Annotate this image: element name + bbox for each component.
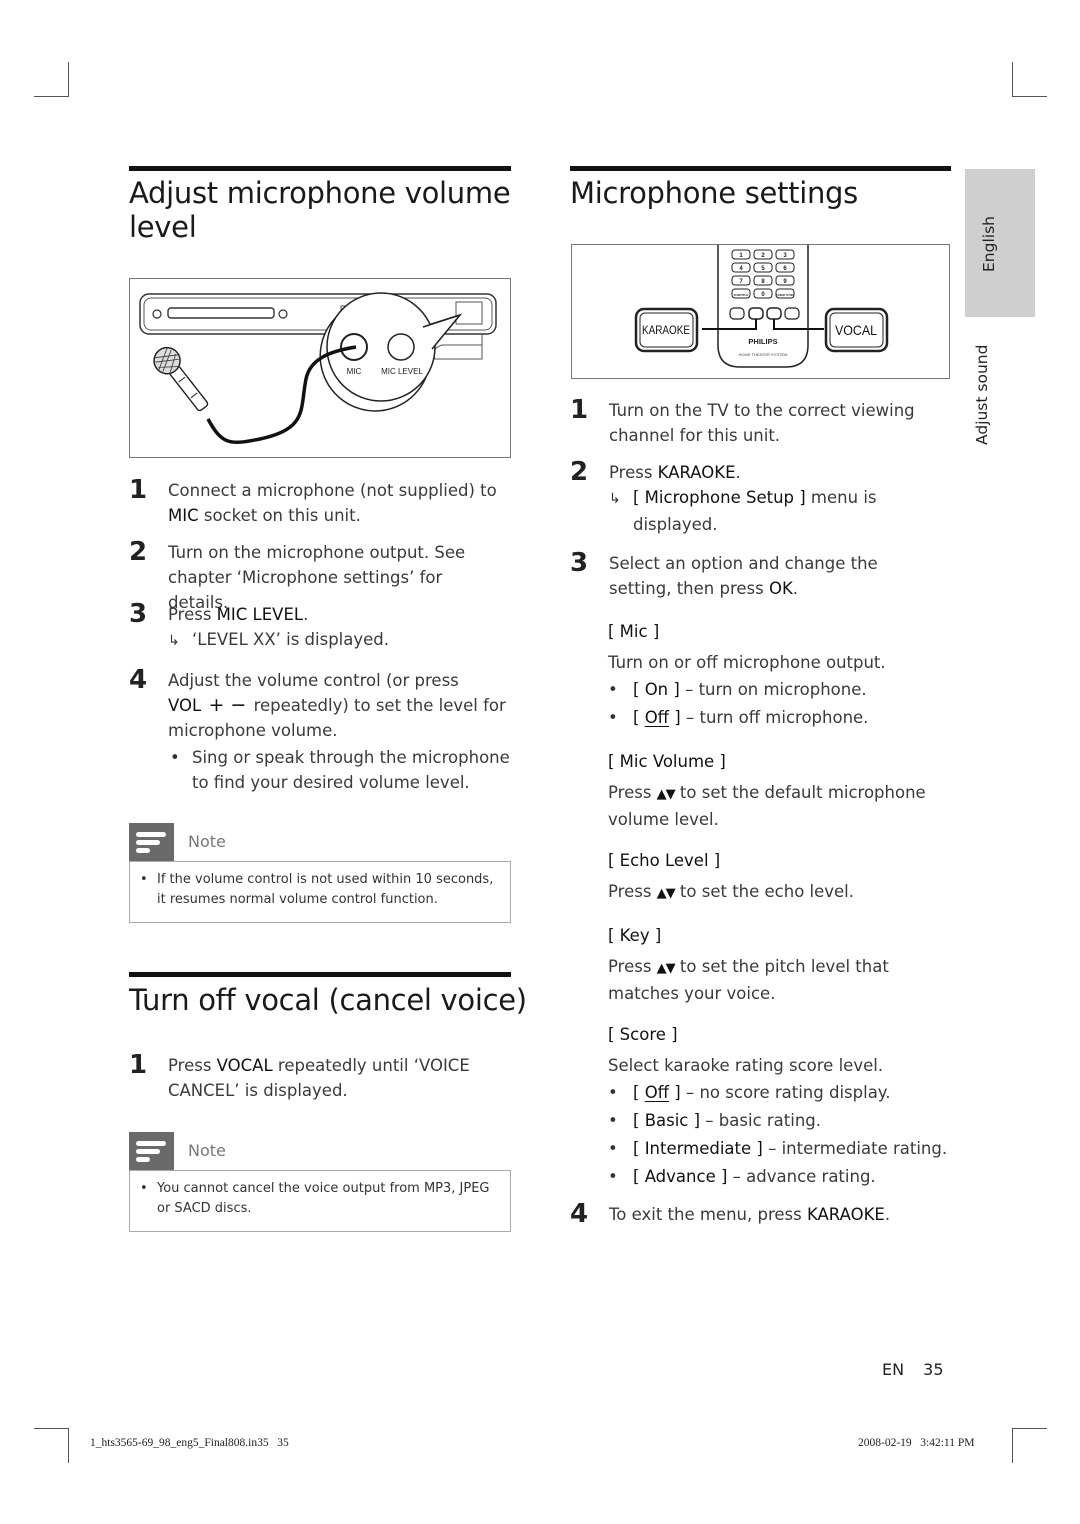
option-title: [ Mic ] [608, 622, 660, 641]
step-result: ↳ ‘LEVEL XX’ is displayed. [168, 627, 508, 654]
mic-connection-illustration: MIC MIC LEVEL [139, 292, 497, 445]
karaoke-remote-key [748, 307, 764, 320]
up-down-arrow-icon: ▲▼ [656, 886, 676, 901]
crop-mark-top-right [1012, 62, 1047, 97]
option-value-off-default: [ Off ] – turn off microphone. [608, 704, 953, 732]
option-title: [ Echo Level ] [608, 851, 721, 870]
step-3-press-mic-level: 3 Press MIC LEVEL. ↳ ‘LEVEL XX’ is displa… [129, 599, 511, 654]
remote-control-illustration: 1 2 34 5 67 8 9SUBTITLE 0 AUDIO SYNC PHILIPS HOM… [634, 245, 889, 368]
section-title-adjust-mic-volume: Adjust microphone volume level [129, 176, 511, 244]
section-rule [570, 166, 951, 171]
section-rule [129, 166, 511, 171]
microphone-icon [153, 346, 209, 412]
section-title-microphone-settings: Microphone settings [570, 176, 858, 210]
note-header: Note [129, 823, 329, 861]
side-tab-adjust-sound[interactable]: Adjust sound [965, 330, 1035, 450]
page-number: EN 35 [882, 1360, 944, 1379]
remote-control-figure: 1 2 3 4 5 6 7 8 9 SUBTITLE 0 AUDIO SYNC PHILIPS HOM… [571, 244, 950, 379]
step-result: ↳[ Microphone Setup ] menu is displayed. [609, 488, 877, 534]
brand-logo: PHILIPS [748, 337, 777, 346]
print-slug-timestamp: 2008-02-19 3:42:11 PM [858, 1437, 975, 1449]
vocal-remote-key [766, 307, 782, 320]
side-tab-english-label: English [980, 216, 998, 272]
step-2-turn-on-output: 2 Turn on the microphone output. See cha… [129, 537, 466, 612]
karaoke-button-label: KARAOKE [642, 323, 690, 337]
option-title: [ Score ] [608, 1025, 678, 1044]
result-arrow-icon: ↳ [609, 491, 621, 507]
mic-level-knob-icon [387, 333, 415, 361]
note-box: • If the volume control is not used with… [129, 861, 511, 923]
result-arrow-icon: ↳ [168, 633, 180, 649]
note-header: Note [129, 1132, 329, 1170]
section-rule [129, 972, 511, 977]
option-score: [ Score ] Select karaoke rating score le… [608, 1022, 953, 1191]
note-label: Note [188, 832, 226, 851]
keypad-key-label: AUDIO SYNC [776, 293, 796, 297]
step-2-press-karaoke: 2 Press KARAOKE. ↳[ Microphone Setup ] m… [570, 457, 951, 540]
step-4-adjust-volume: 4 Adjust the volume control (or press VO… [129, 665, 511, 798]
up-down-arrow-icon: ▲▼ [656, 787, 676, 802]
crop-mark-top-left [34, 62, 69, 97]
option-echo-level: [ Echo Level ] Press ▲▼ to set the echo … [608, 848, 953, 906]
side-tab-english[interactable]: English [965, 169, 1035, 317]
option-value-advance: [ Advance ] – advance rating. [608, 1163, 953, 1191]
note-text: If the volume control is not used within… [157, 872, 494, 907]
print-slug-filename: 1_hts3565-69_98_eng5_Final808.in35 35 [90, 1437, 289, 1449]
mic-connection-figure: MIC MIC LEVEL [129, 278, 511, 458]
option-title: [ Key ] [608, 926, 662, 945]
brand-subtitle: HOME THEATER SYSTEM [739, 352, 788, 357]
mic-jack-label: MIC [347, 367, 362, 376]
option-value-off-default: [ Off ] – no score rating display. [608, 1079, 953, 1107]
crop-mark-bottom-right [1012, 1428, 1047, 1463]
mic-level-label: MIC LEVEL [381, 367, 423, 376]
step-4-exit-menu: 4 To exit the menu, press KARAOKE. [570, 1199, 891, 1229]
note-icon [129, 1132, 174, 1170]
up-down-arrow-icon: ▲▼ [656, 961, 676, 976]
option-value-on: [ On ] – turn on microphone. [608, 676, 953, 704]
step-bullet: Sing or speak through the microphone to … [168, 745, 510, 795]
option-value-intermediate: [ Intermediate ] – intermediate rating. [608, 1135, 953, 1163]
option-value-basic: [ Basic ] – basic rating. [608, 1107, 953, 1135]
vol-plus-minus-icon: + − [208, 694, 247, 716]
note-label: Note [188, 1141, 226, 1160]
crop-mark-bottom-left [34, 1428, 69, 1463]
note-text: You cannot cancel the voice output from … [157, 1181, 490, 1216]
option-key: [ Key ] Press ▲▼ to set the pitch level … [608, 923, 908, 1006]
option-title: [ Mic Volume ] [608, 752, 726, 771]
keypad-key-label: SUBTITLE [734, 293, 749, 297]
vocal-button-label: VOCAL [835, 322, 877, 338]
step-3-select-option: 3 Select an option and change the settin… [570, 548, 878, 598]
step-1-press-vocal: 1 Press VOCAL repeatedly until ‘VOICE CA… [129, 1050, 470, 1100]
step-1-turn-on-tv: 1 Turn on the TV to the correct viewing … [570, 395, 915, 445]
side-tab-adjust-sound-label: Adjust sound [973, 344, 991, 445]
step-1-connect-mic: 1 Connect a microphone (not supplied) to… [129, 475, 497, 525]
note-icon [129, 823, 174, 861]
section-title-turn-off-vocal: Turn off vocal (cancel voice) [129, 983, 527, 1017]
option-mic-volume: [ Mic Volume ] Press ▲▼ to set the defau… [608, 749, 953, 832]
note-box: • You cannot cancel the voice output fro… [129, 1170, 511, 1232]
page-language: EN [882, 1360, 905, 1379]
option-mic: [ Mic ] Turn on or off microphone output… [608, 619, 953, 732]
